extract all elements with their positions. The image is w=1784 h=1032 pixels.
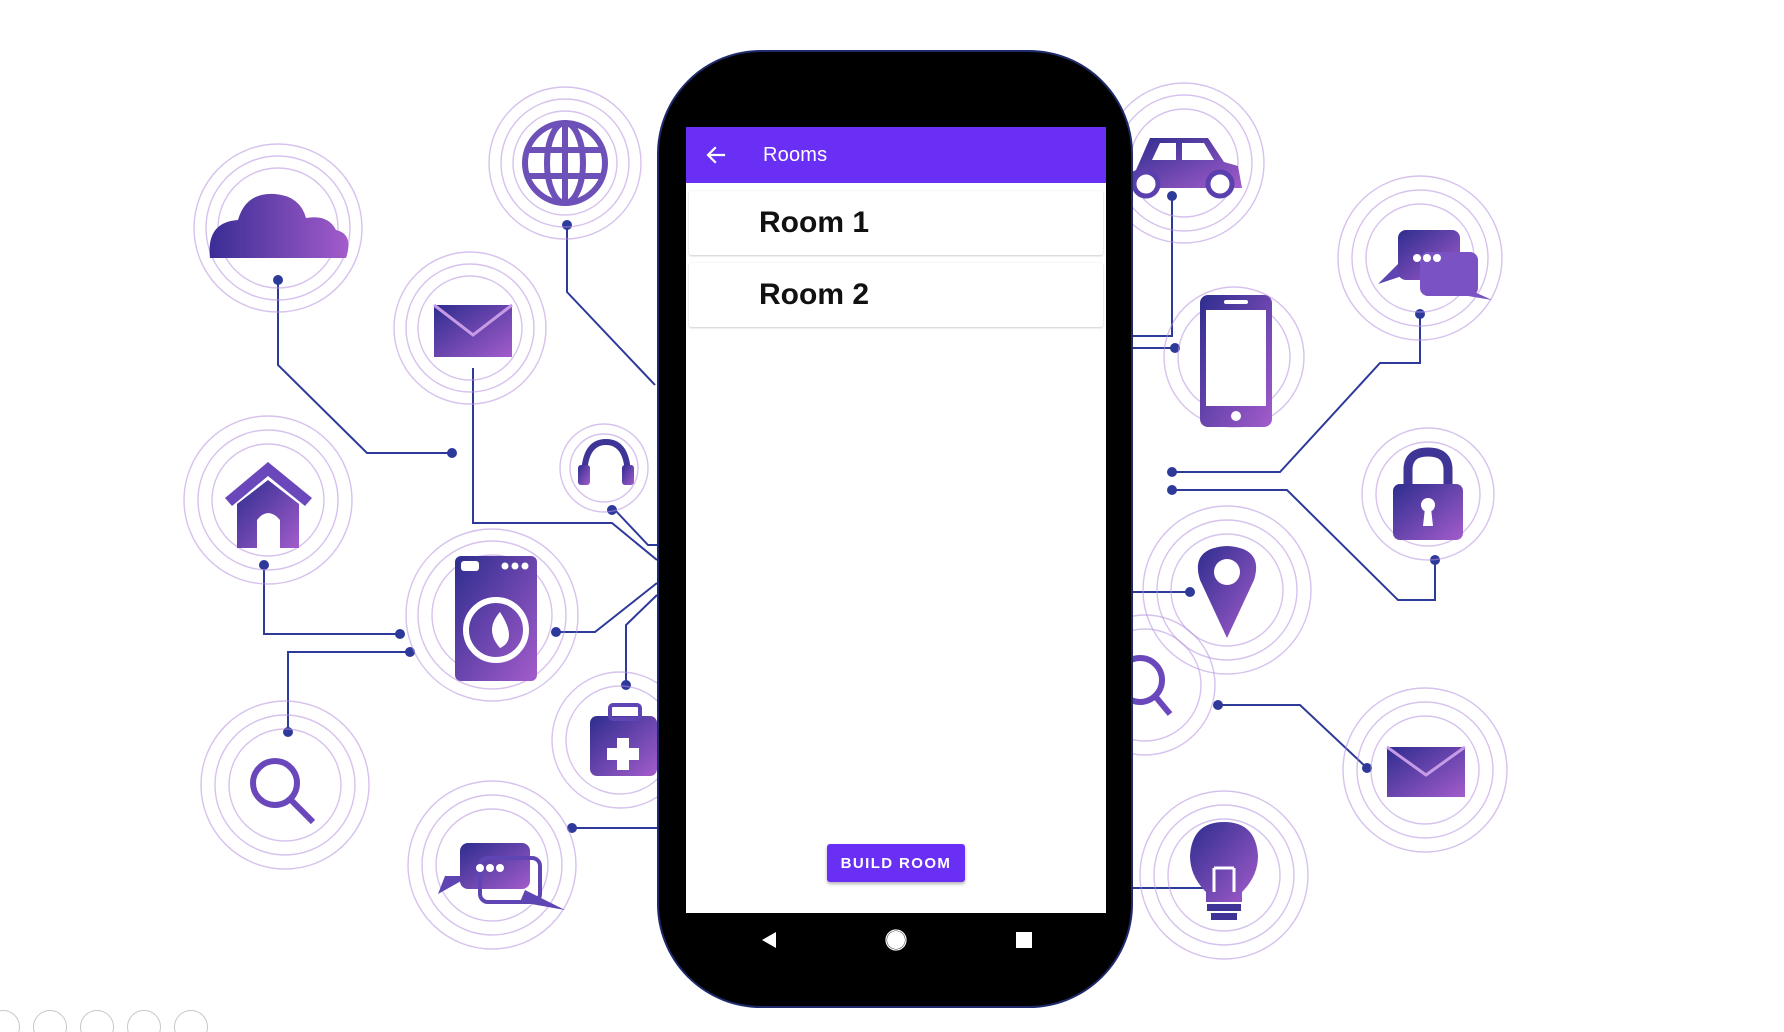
list-item[interactable]: Room 1	[689, 191, 1103, 255]
room-label: Room 1	[759, 206, 870, 239]
headphones-icon	[578, 438, 634, 485]
location-pin-icon	[1197, 546, 1257, 638]
phone-screen: Rooms Room 1 Room 2 BUILD ROOM	[686, 127, 1106, 913]
nav-recents-button[interactable]	[1011, 927, 1037, 953]
smartphone-icon	[1200, 295, 1272, 427]
car-icon	[1131, 138, 1242, 199]
lightbulb-icon	[1190, 822, 1258, 920]
chat-icon	[438, 843, 565, 910]
globe-icon	[522, 120, 608, 206]
build-room-button[interactable]: BUILD ROOM	[827, 844, 965, 882]
illustration-scene: Rooms Room 1 Room 2 BUILD ROOM	[0, 0, 1784, 1032]
back-triangle-icon	[762, 932, 776, 948]
list-item[interactable]: Room 2	[689, 263, 1103, 327]
back-button[interactable]	[700, 139, 732, 171]
cloud-icon	[209, 193, 349, 258]
room-label: Room 2	[759, 278, 870, 311]
app-bar: Rooms	[686, 127, 1106, 183]
washing-machine-icon	[455, 556, 537, 681]
room-list: Room 1 Room 2	[686, 191, 1106, 335]
mail-icon	[433, 303, 513, 357]
chat-icon	[1378, 230, 1492, 300]
medical-kit-icon	[590, 703, 657, 776]
page-title: Rooms	[763, 144, 828, 166]
phone-device: Rooms Room 1 Room 2 BUILD ROOM	[657, 50, 1133, 1008]
house-icon	[225, 462, 312, 548]
arrow-left-icon	[706, 146, 726, 164]
recents-square-icon	[1016, 932, 1032, 948]
lock-icon	[1393, 447, 1463, 540]
home-circle-icon	[885, 929, 907, 951]
mail-icon	[1386, 745, 1466, 797]
nav-home-button[interactable]	[883, 927, 909, 953]
nav-back-button[interactable]	[756, 927, 782, 953]
system-nav-bar	[686, 913, 1106, 969]
search-icon	[250, 758, 316, 825]
